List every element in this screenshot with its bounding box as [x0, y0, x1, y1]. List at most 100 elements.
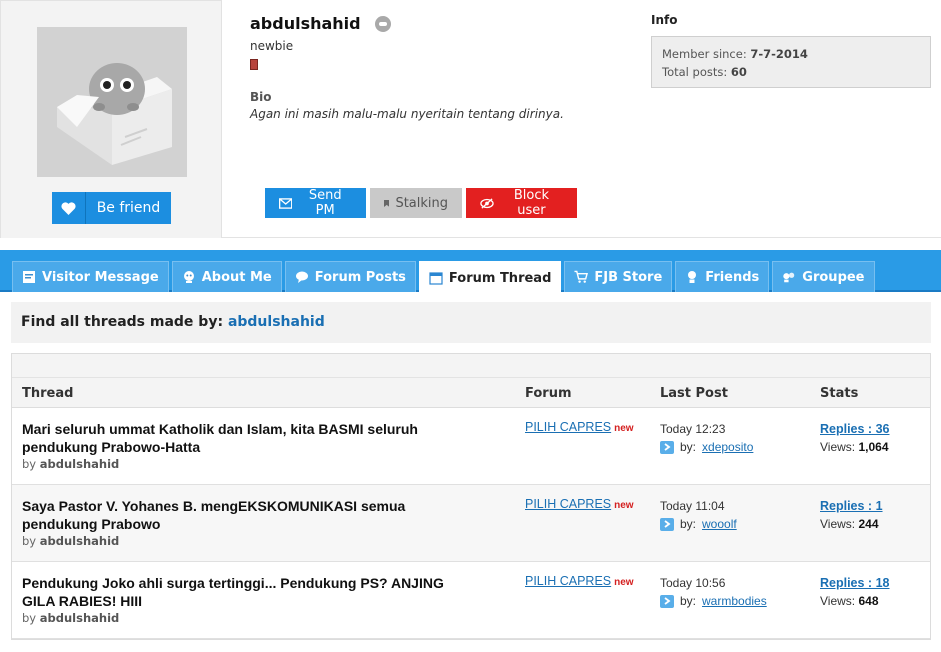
envelope-icon: [279, 197, 293, 209]
by-label: by:: [680, 440, 697, 454]
tab-friends[interactable]: Friends: [675, 261, 770, 292]
views-label: Views:: [820, 517, 856, 531]
header-stats: Stats: [820, 386, 859, 401]
send-pm-button[interactable]: Send PM: [265, 188, 366, 218]
by-prefix: by: [22, 534, 37, 548]
go-to-post-arrow-icon[interactable]: [660, 440, 674, 454]
replies-link[interactable]: Replies : 18: [820, 576, 889, 590]
by-prefix: by: [22, 611, 37, 625]
group-icon: [782, 270, 796, 284]
author-link[interactable]: abdulshahid: [40, 457, 120, 471]
by-label: by:: [680, 517, 697, 531]
author-link[interactable]: abdulshahid: [40, 534, 120, 548]
thread-title-link[interactable]: Mari seluruh ummat Katholik dan Islam, k…: [22, 420, 472, 456]
cart-icon: [574, 270, 589, 284]
forum-link[interactable]: PILIH CAPRES: [525, 574, 611, 588]
total-posts: Total posts: 60: [662, 63, 920, 81]
last-poster-link[interactable]: wooolf: [702, 515, 737, 533]
total-posts-value: 60: [730, 65, 747, 79]
last-poster-link[interactable]: xdeposito: [702, 438, 753, 456]
author-link[interactable]: abdulshahid: [40, 611, 120, 625]
last-post-cell: Today 10:56 by: warmbodies: [660, 574, 767, 610]
views-label: Views:: [820, 594, 856, 608]
tab-label: Forum Posts: [314, 269, 406, 285]
tab-label: FJB Store: [594, 269, 663, 285]
tab-forum-thread[interactable]: Forum Thread: [418, 261, 562, 294]
profile-actions: Send PM Stalking Block user: [265, 188, 577, 218]
replies-link[interactable]: Replies : 36: [820, 422, 889, 436]
find-threads-heading: Find all threads made by: abdulshahid: [11, 302, 931, 343]
find-threads-label: Find all threads made by:: [21, 314, 224, 330]
table-row: Saya Pastor V. Yohanes B. mengEKSKOMUNIK…: [12, 485, 930, 562]
replies-link[interactable]: Replies : 1: [820, 499, 883, 513]
tab-about-me[interactable]: About Me: [171, 261, 282, 292]
be-friend-label: Be friend: [96, 200, 161, 216]
eye-slash-icon: [480, 197, 494, 209]
tab-label: Forum Thread: [448, 270, 552, 286]
bio-text: Agan ini masih malu-malu nyeritain tenta…: [250, 107, 564, 121]
last-poster-link[interactable]: warmbodies: [702, 592, 767, 610]
avatar: [37, 27, 187, 177]
thread-title-link[interactable]: Pendukung Joko ahli surga tertinggi... P…: [22, 574, 472, 610]
message-icon: [22, 270, 36, 284]
username: abdulshahid: [250, 14, 361, 33]
go-to-post-arrow-icon[interactable]: [660, 517, 674, 531]
profile-info: abdulshahid newbie Bio Agan ini masih ma…: [250, 14, 564, 121]
views-value: 648: [858, 594, 879, 608]
thread-author: by abdulshahid: [22, 611, 472, 625]
thread-title-link[interactable]: Saya Pastor V. Yohanes B. mengEKSKOMUNIK…: [22, 497, 472, 533]
chat-bubble-icon: [295, 270, 309, 284]
offline-status-icon: [374, 15, 391, 32]
table-row: Mari seluruh ummat Katholik dan Islam, k…: [12, 408, 930, 485]
bio-heading: Bio: [250, 90, 272, 104]
thread-author: by abdulshahid: [22, 534, 472, 548]
tab-label: Groupee: [802, 269, 865, 285]
member-since-value: 7-7-2014: [750, 47, 808, 61]
tab-forum-posts[interactable]: Forum Posts: [284, 261, 416, 292]
info-box: Member since: 7-7-2014 Total posts: 60: [651, 36, 931, 88]
table-row: Pendukung Joko ahli surga tertinggi... P…: [12, 562, 930, 639]
tab-groupee[interactable]: Groupee: [772, 261, 875, 292]
be-friend-button[interactable]: Be friend: [52, 192, 171, 224]
forum-cell: PILIH CAPRES new: [525, 497, 634, 511]
tab-fjb-store[interactable]: FJB Store: [564, 261, 673, 292]
by-label: by:: [680, 594, 697, 608]
heart-icon: [52, 192, 86, 224]
stalking-label: Stalking: [395, 195, 448, 211]
info-heading: Info: [651, 13, 678, 27]
user-icon: [182, 270, 196, 284]
send-pm-label: Send PM: [308, 188, 342, 218]
block-user-button[interactable]: Block user: [466, 188, 577, 218]
forum-link[interactable]: PILIH CAPRES: [525, 497, 611, 511]
last-post-byline: by: warmbodies: [660, 592, 767, 610]
thread-rows: Mari seluruh ummat Katholik dan Islam, k…: [12, 408, 930, 639]
profile-header: Be friend abdulshahid newbie Bio Agan in…: [0, 0, 941, 238]
total-posts-label: Total posts:: [662, 65, 728, 79]
views-value: 244: [858, 517, 879, 531]
find-threads-user-link[interactable]: abdulshahid: [228, 314, 325, 330]
table-header: Thread Forum Last Post Stats: [12, 378, 930, 408]
last-post-byline: by: xdeposito: [660, 438, 753, 456]
thread-cell: Saya Pastor V. Yohanes B. mengEKSKOMUNIK…: [22, 497, 472, 548]
new-badge: new: [614, 423, 634, 434]
block-user-label: Block user: [513, 188, 550, 218]
last-post-time: Today 10:56: [660, 576, 726, 590]
views-count: Views: 1,064: [820, 438, 889, 456]
calendar-icon: [429, 271, 443, 285]
username-row: abdulshahid: [250, 14, 564, 33]
bookmark-icon: [384, 199, 390, 207]
forum-cell: PILIH CAPRES new: [525, 420, 634, 434]
forum-link[interactable]: PILIH CAPRES: [525, 420, 611, 434]
last-post-cell: Today 11:04 by: wooolf: [660, 497, 737, 533]
go-to-post-arrow-icon[interactable]: [660, 594, 674, 608]
thread-table: Thread Forum Last Post Stats Mari seluru…: [11, 353, 931, 640]
header-thread: Thread: [22, 386, 74, 401]
new-badge: new: [614, 577, 634, 588]
views-value: 1,064: [858, 440, 889, 454]
user-rank: newbie: [250, 39, 294, 53]
tab-visitor-message[interactable]: Visitor Message: [12, 261, 169, 292]
tab-list: Visitor Message About Me Forum Posts Forum …: [12, 261, 875, 294]
thread-cell: Mari seluruh ummat Katholik dan Islam, k…: [22, 420, 472, 471]
header-forum: Forum: [525, 386, 572, 401]
stalking-button[interactable]: Stalking: [370, 188, 462, 218]
